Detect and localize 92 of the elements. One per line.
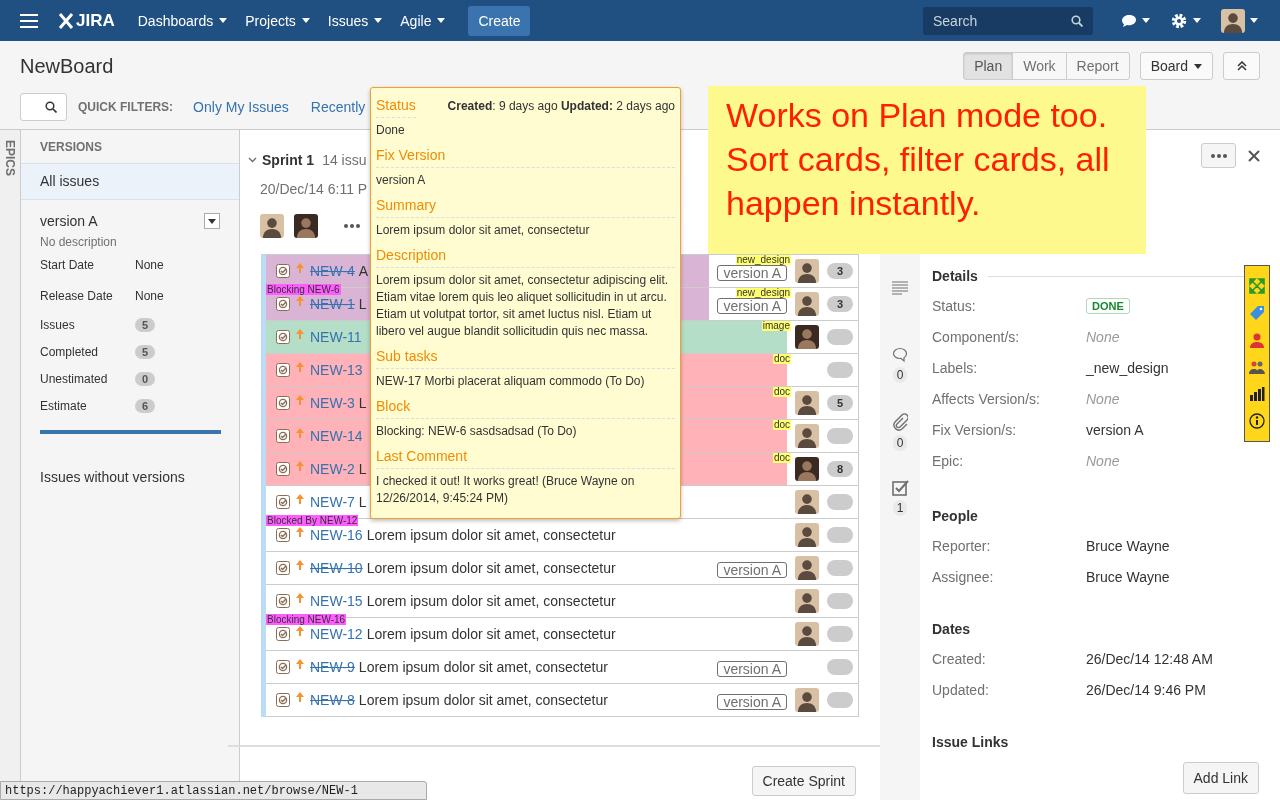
issue-summary: Lorem ipsum dolor sit amet, consectetur — [366, 626, 616, 642]
link-badge: Blocked By NEW-12 — [266, 515, 359, 526]
issue-summary: L — [358, 494, 367, 510]
issue-summary: A — [358, 263, 369, 279]
stat-label: Unestimated — [40, 371, 109, 386]
issue-summary: L — [358, 395, 367, 411]
card-section-text: Lorem ipsum dolor sit amet, consectetur adipiscing elit. Etiam vitae lorem quis leo aliquet sollicitudin in ut arcu. Etiam ut volutpat tortor, sit amet luctus nisl. Etiam ut libero vel augue blandit sollicitudin quis nec massa. — [376, 272, 670, 340]
card-section-text: Blocking: NEW-6 sasdsadsad (To Do) — [376, 423, 578, 440]
count-badge: 6 — [135, 398, 155, 413]
label-tag: doc — [772, 387, 791, 397]
field-label: Epic: — [932, 452, 964, 469]
issue-summary: Lorem ipsum dolor sit amet, consectetur — [366, 527, 616, 543]
estimate-pill: 8 — [827, 461, 853, 477]
estimate-pill: 5 — [827, 395, 853, 411]
label-tag: doc — [772, 354, 791, 364]
field-label: Release Date — [40, 288, 114, 303]
field-value: None — [1086, 390, 1120, 407]
version-tag: version A — [717, 660, 787, 677]
count-badge: 0 — [893, 367, 907, 383]
field-label: Reporter: — [932, 537, 991, 554]
card-section-title: Fix Version — [376, 142, 675, 168]
card-meta: Created: 9 days ago Updated: 2 days ago — [447, 99, 675, 113]
card-section-text: Lorem ipsum dolor sit amet, consectetur — [376, 222, 591, 239]
version-description: No description — [40, 235, 118, 249]
card-section-text: NEW-17 Morbi placerat aliquam commodo (To Do) — [376, 373, 646, 390]
estimate-pill: 3 — [827, 296, 853, 312]
stat-label: Completed — [40, 344, 100, 359]
estimate-pill: 3 — [827, 263, 853, 279]
field-label: Updated: — [932, 681, 989, 698]
version-tag: version A — [717, 693, 787, 710]
label-tag: doc — [772, 453, 791, 463]
field-value: Bruce Wayne — [1086, 537, 1170, 554]
section-heading: Issue Links — [932, 734, 1009, 750]
field-value: None — [1086, 328, 1120, 345]
issue-summary: Lorem ipsum dolor sit amet, consectetur — [366, 560, 616, 576]
label-tag: new_design — [735, 288, 791, 298]
card-section-title: Sub tasks — [376, 343, 675, 369]
field-value: None — [135, 288, 165, 303]
count-badge: 0 — [893, 435, 907, 451]
count-badge: 0 — [135, 371, 155, 386]
field-value: None — [1086, 452, 1120, 469]
card-section-text: version A — [376, 172, 427, 189]
field-label: Fix Version/s: — [932, 421, 1017, 438]
field-value: 26/Dec/14 9:46 PM — [1086, 681, 1206, 698]
count-badge: 1 — [893, 500, 907, 516]
card-section-title: Last Comment — [376, 443, 675, 469]
label-tag: image — [761, 321, 791, 331]
card-section-title: Summary — [376, 192, 675, 218]
count-badge: 5 — [135, 344, 155, 359]
count-badge: 5 — [135, 317, 155, 332]
issue-summary: Lorem ipsum dolor sit amet, consectetur — [358, 692, 608, 708]
field-value: None — [135, 257, 165, 272]
field-label: Component/s: — [932, 328, 1020, 345]
stat-label: Issues — [40, 317, 76, 332]
note-text: Works on Plan mode too. Sort cards, filter cards, all happen instantly. — [726, 95, 1111, 224]
section-heading: VERSIONS — [39, 139, 103, 156]
issue-summary: Lorem ipsum dolor sit amet, consectetur — [358, 659, 608, 675]
sprint-date: 20/Dec/14 6:11 P — [260, 180, 368, 199]
field-label: Created: — [932, 650, 986, 667]
board-title: NewBoard — [20, 54, 114, 78]
card-section-title: Description — [376, 242, 675, 268]
field-label: Affects Version/s: — [932, 390, 1040, 407]
logo-text: JIRA — [76, 10, 115, 31]
section-heading: People — [932, 508, 978, 524]
status-url: https://happyachiever1.atlassian.net/browse/NEW-1 — [5, 783, 358, 798]
status-lozenge: DONE — [1086, 297, 1130, 314]
card-section-title: Status — [376, 92, 416, 118]
field-label: Start Date — [40, 257, 96, 272]
sprint-name: Sprint 1 — [262, 152, 315, 168]
field-value: version A — [1086, 421, 1144, 438]
issue-count: 14 issu — [322, 152, 367, 168]
card-section-text: Done — [376, 122, 406, 139]
link-badge: Blocking NEW-16 — [266, 614, 347, 625]
issue-summary: L — [358, 296, 367, 312]
field-value: _new_design — [1086, 359, 1169, 376]
quick-filters-label: QUICK FILTERS: — [78, 100, 174, 114]
field-value: Bruce Wayne — [1086, 568, 1170, 585]
issue-summary: L — [358, 461, 367, 477]
field-label: Assignee: — [932, 568, 994, 585]
version-tag: version A — [717, 561, 787, 578]
section-heading: Dates — [932, 621, 971, 637]
section-heading: Details — [932, 268, 978, 284]
card-section-text: I checked it out! It works great! (Bruce Wayne on 12/26/2014, 9:45:24 PM) — [376, 473, 636, 507]
field-value: 26/Dec/14 12:48 AM — [1086, 650, 1213, 667]
stat-label: Estimate — [40, 398, 88, 413]
field-label: Status: — [932, 297, 976, 314]
label-tag: new_design — [735, 255, 791, 265]
link-badge: Blocking NEW-6 — [266, 284, 341, 295]
card-section-title: Block — [376, 393, 675, 419]
issue-summary: Lorem ipsum dolor sit amet, consectetur — [366, 593, 616, 609]
label-tag: doc — [772, 420, 791, 430]
field-label: Labels: — [932, 359, 978, 376]
